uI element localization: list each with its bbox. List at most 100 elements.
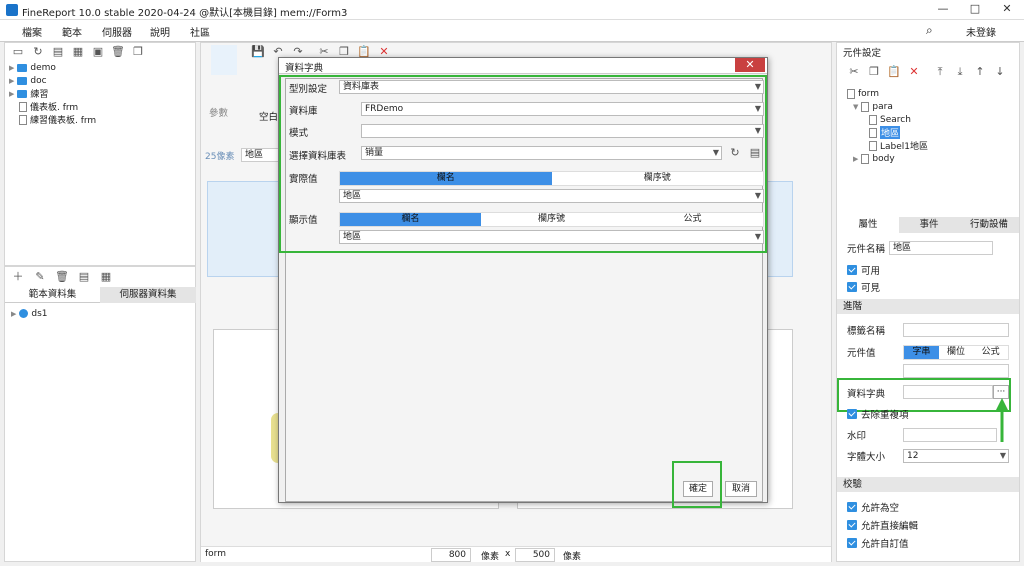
move-bottom-icon[interactable]: ⤓ [953,65,967,79]
tag-name-input[interactable] [903,323,1009,337]
rename-icon[interactable]: ▣ [91,45,105,59]
tab-template-dataset[interactable]: 範本資料集 [5,287,100,303]
label-node-icon [869,140,877,151]
cut-icon[interactable]: ✂ [847,65,861,79]
height-input[interactable]: 500 [515,548,555,562]
tree-item-doc[interactable]: ▶ doc [9,74,96,87]
tree-body[interactable]: ▶ body [847,152,928,165]
delete-icon[interactable]: ✕ [907,65,921,79]
value-tab-formula[interactable]: 公式 [973,346,1008,359]
refresh-icon[interactable]: ↻ [728,146,742,160]
tree-label1[interactable]: Label1地區 [847,139,928,152]
value-tab-string[interactable]: 字串 [904,346,939,359]
advanced-section[interactable]: 進階 [837,299,1019,314]
tree-para[interactable]: ▼ para [847,100,928,113]
actual-tab-column-index[interactable]: 欄序號 [552,172,764,185]
actual-label: 實際值 [289,174,318,185]
font-size-select[interactable]: 12 ▼ [903,449,1009,463]
refresh-icon[interactable]: ↻ [31,45,45,59]
maximize-button[interactable]: □ [960,0,990,18]
dataset-item[interactable]: ▶ ds1 [11,307,48,320]
file-icon [19,114,27,125]
move-up-icon[interactable]: ↑ [973,65,987,79]
menu-help[interactable]: 說明 [150,24,170,39]
display-tab-column-index[interactable]: 欄序號 [481,213,622,226]
ok-button[interactable]: 確定 [683,481,713,497]
chevron-down-icon: ▼ [754,104,761,113]
edit-icon[interactable]: ✎ [33,270,47,284]
panel-header: 元件設定 [843,48,882,59]
new-folder-icon[interactable]: ▭ [11,45,25,59]
tree-item-dashboard[interactable]: 儀表板. frm [9,100,96,113]
menu-file[interactable]: 檔案 [22,24,42,39]
paste-icon[interactable]: 📋 [887,65,901,79]
enabled-checkbox[interactable]: 可用 [847,263,880,277]
type-select[interactable]: 資料庫表 ▼ [339,80,764,94]
search-node-icon [869,114,877,125]
copy-icon[interactable]: ❐ [867,65,881,79]
open-icon[interactable]: ▤ [51,45,65,59]
actual-value-select[interactable]: 地區 ▼ [339,189,764,203]
display-tabs: 欄名 欄序號 公式 [339,212,764,227]
delete-icon[interactable]: 🗑 [111,45,125,59]
tab-server-dataset[interactable]: 伺服器資料集 [100,287,196,303]
add-dataset-icon[interactable]: ＋ [11,270,25,284]
validate-section[interactable]: 校驗 [837,477,1019,492]
dialog-close-button[interactable]: ✕ [735,58,765,72]
tree-item-practice-dashboard[interactable]: 練習儀表板. frm [9,113,96,126]
remove-dup-checkbox[interactable]: 去除重複項 [847,407,909,421]
login-link[interactable]: 未登錄 [966,24,996,39]
menu-template[interactable]: 範本 [62,24,82,39]
comp-value-input[interactable] [903,364,1009,378]
green-arrow-icon [995,398,1009,442]
template-tree-panel: ▭ ↻ ▤ ▦ ▣ 🗑 ❐ ▶ demo ▶ doc ▶ 練習 儀表板. frm 練習… [4,42,196,266]
tree-item-demo[interactable]: ▶ demo [9,61,96,74]
value-tab-field[interactable]: 欄位 [939,346,974,359]
allow-edit-checkbox[interactable]: 允許直接編輯 [847,518,918,532]
search-icon[interactable]: ⌕ [926,23,933,38]
checkbox-checked-icon [847,265,857,275]
save-icon[interactable]: 💾 [251,45,265,59]
tree-form[interactable]: form [847,87,928,100]
width-input[interactable]: 800 [431,548,471,562]
height-unit: 像素 [563,552,582,562]
move-top-icon[interactable]: ⤒ [933,65,947,79]
watermark-input[interactable] [903,428,997,442]
tree-item-practice[interactable]: ▶ 練習 [9,87,96,100]
table-select[interactable]: 销量 ▼ [361,146,722,160]
tab-events[interactable]: 事件 [899,217,959,233]
menu-community[interactable]: 社區 [190,24,210,39]
cancel-button[interactable]: 取消 [725,481,757,497]
menu-server[interactable]: 伺服器 [102,24,132,39]
display-tab-formula[interactable]: 公式 [622,213,763,226]
x-separator: x [505,549,511,559]
status-name: form [205,549,226,559]
preview-icon[interactable]: ▤ [77,270,91,284]
tree-search[interactable]: Search [847,113,928,126]
tab-mobile[interactable]: 行動設備 [959,217,1019,233]
delete-icon[interactable]: 🗑 [55,270,69,284]
server-dataset-icon[interactable]: ▦ [99,270,113,284]
copy-icon[interactable]: ❐ [131,45,145,59]
locate-icon[interactable]: ▦ [71,45,85,59]
tree-region[interactable]: 地區 [847,126,928,139]
display-value-select[interactable]: 地區 ▼ [339,230,764,244]
display-tab-column-name[interactable]: 欄名 [340,213,481,226]
dict-edit-button[interactable]: ··· [993,385,1009,399]
close-window-button[interactable]: ✕ [992,0,1022,18]
preview-icon[interactable]: ▤ [748,146,762,160]
minimize-button[interactable]: — [928,0,958,18]
dict-input[interactable] [903,385,993,399]
actual-tab-column-name[interactable]: 欄名 [340,172,552,185]
mode-select[interactable]: ▼ [361,124,764,138]
db-select[interactable]: FRDemo ▼ [361,102,764,116]
window-title: FineReport 10.0 stable 2020-04-24 @默认[本機… [22,8,348,19]
chevron-down-icon: ▼ [754,232,761,241]
allow-custom-checkbox[interactable]: 允許自訂值 [847,536,909,550]
visible-checkbox[interactable]: 可見 [847,280,880,294]
allow-empty-checkbox[interactable]: 允許為空 [847,500,899,514]
tab-attributes[interactable]: 屬性 [837,217,899,233]
move-down-icon[interactable]: ↓ [993,65,1007,79]
form-node-icon [847,88,855,99]
comp-name-input[interactable]: 地區 [889,241,994,255]
